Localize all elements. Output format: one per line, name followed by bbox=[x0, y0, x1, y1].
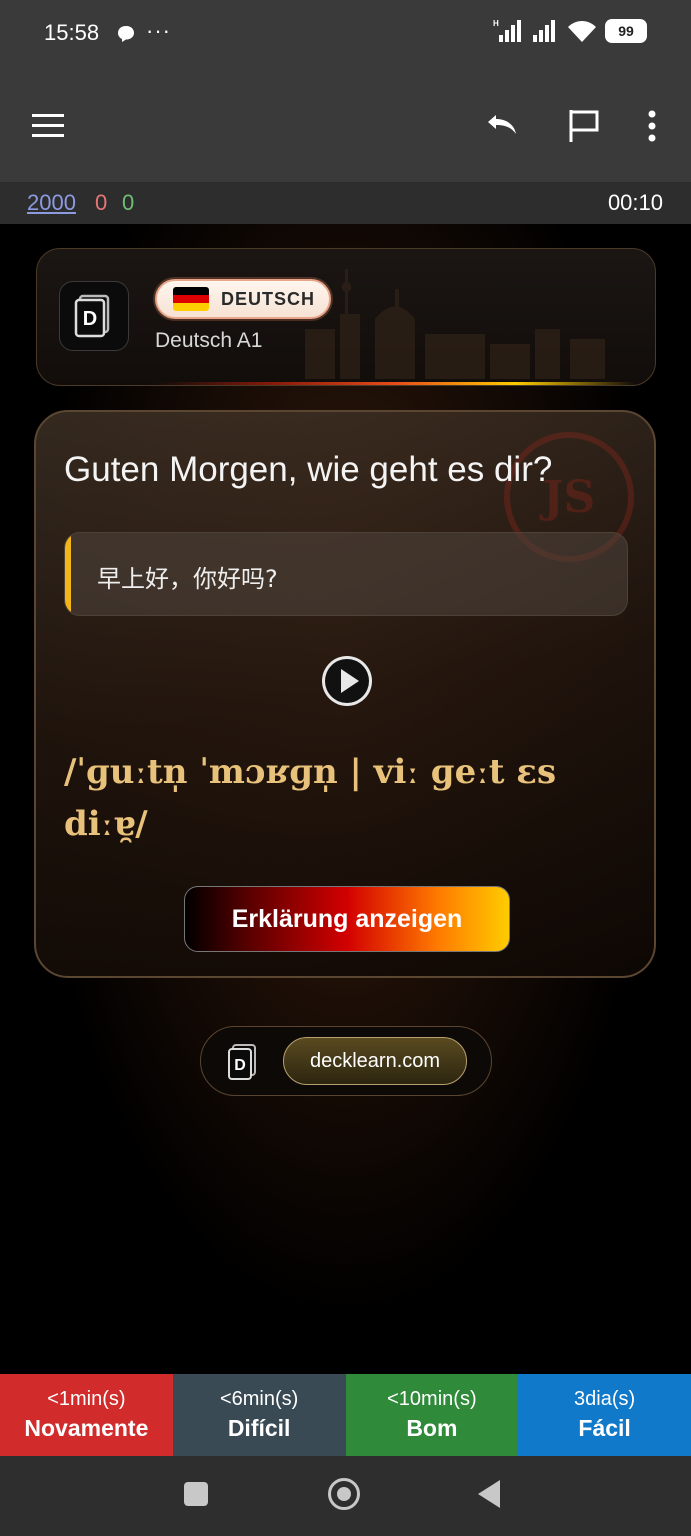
city-skyline-image bbox=[305, 269, 605, 379]
answer-label: Novamente bbox=[24, 1415, 149, 1441]
decklearn-logo-icon: D bbox=[228, 1044, 256, 1080]
svg-text:D: D bbox=[234, 1057, 246, 1074]
german-flag-icon bbox=[173, 287, 209, 311]
status-time: 15:58 bbox=[44, 20, 100, 45]
answer-easy-button[interactable]: 3dia(s) Fácil bbox=[518, 1374, 691, 1456]
recents-icon[interactable] bbox=[184, 1482, 208, 1506]
answer-hard-button[interactable]: <6min(s) Difícil bbox=[172, 1374, 346, 1456]
answer-good-button[interactable]: <10min(s) Bom bbox=[345, 1374, 519, 1456]
deck-logo: D bbox=[59, 281, 129, 351]
accent-line bbox=[157, 382, 635, 385]
review-count: 0 bbox=[122, 190, 135, 215]
status-bar: 15:58 ··· H 99 bbox=[0, 0, 691, 70]
language-badge: DEUTSCH bbox=[155, 279, 332, 319]
svg-text:H: H bbox=[493, 19, 499, 28]
status-icons: H 99 bbox=[493, 18, 647, 44]
language-label: DEUTSCH bbox=[221, 288, 316, 309]
answer-buttons: <1min(s) Novamente <6min(s) Difícil <10m… bbox=[0, 1374, 691, 1456]
more-vert-icon[interactable] bbox=[632, 106, 672, 146]
answer-interval: <1min(s) bbox=[47, 1388, 126, 1410]
more-notifications-icon: ··· bbox=[146, 18, 171, 43]
signal-icon: H bbox=[493, 19, 521, 42]
answer-label: Bom bbox=[406, 1415, 458, 1441]
flashcard: JS Guten Morgen, wie geht es dir? 早上好，你好… bbox=[34, 410, 656, 978]
translation-text: 早上好，你好吗? bbox=[97, 565, 278, 593]
card-timer: 00:10 bbox=[607, 190, 663, 215]
app-bar bbox=[0, 70, 691, 182]
answer-interval: <6min(s) bbox=[219, 1388, 299, 1410]
back-icon[interactable] bbox=[478, 1480, 500, 1508]
answer-interval: 3dia(s) bbox=[574, 1388, 636, 1410]
ipa-transcription: /ˈɡuːtn̩ ˈmɔʁɡn̩ | viː ɡeːt ɛs diːɐ̯/ bbox=[64, 752, 557, 844]
menu-icon[interactable] bbox=[28, 106, 68, 146]
counts-bar: 2000 0 0 00:10 bbox=[0, 182, 691, 224]
battery-indicator: 99 bbox=[605, 19, 647, 43]
site-badge: D decklearn.com bbox=[200, 1026, 492, 1096]
answer-label: Difícil bbox=[227, 1415, 291, 1441]
answer-interval: <10min(s) bbox=[387, 1388, 477, 1410]
chat-bubble-icon bbox=[118, 26, 134, 42]
translation-accent-bar bbox=[65, 533, 71, 615]
deck-header-card: D DEUTSCH Deutsch A1 bbox=[36, 248, 656, 386]
svg-text:D: D bbox=[83, 308, 97, 330]
translation-box: 早上好，你好吗? bbox=[64, 532, 628, 616]
show-explanation-button[interactable]: Erklärung anzeigen bbox=[184, 886, 510, 952]
home-icon[interactable] bbox=[328, 1478, 360, 1510]
site-url-link[interactable]: decklearn.com bbox=[283, 1037, 467, 1085]
undo-icon[interactable] bbox=[480, 106, 520, 146]
new-count[interactable]: 2000 bbox=[27, 190, 76, 216]
flag-icon[interactable] bbox=[564, 106, 604, 146]
play-audio-button[interactable] bbox=[322, 656, 372, 706]
answer-again-button[interactable]: <1min(s) Novamente bbox=[0, 1374, 173, 1456]
decklearn-logo-icon: D bbox=[74, 294, 110, 338]
card-sentence: Guten Morgen, wie geht es dir? bbox=[64, 450, 553, 489]
signal-2-icon bbox=[533, 20, 555, 42]
deck-name: Deutsch A1 bbox=[155, 329, 263, 352]
play-icon bbox=[325, 659, 369, 703]
learning-count: 0 bbox=[95, 190, 108, 215]
card-content: D DEUTSCH Deutsch A1 JS Guten Morgen, wi… bbox=[0, 224, 691, 1374]
answer-label: Fácil bbox=[578, 1415, 631, 1441]
wifi-icon bbox=[568, 21, 596, 42]
